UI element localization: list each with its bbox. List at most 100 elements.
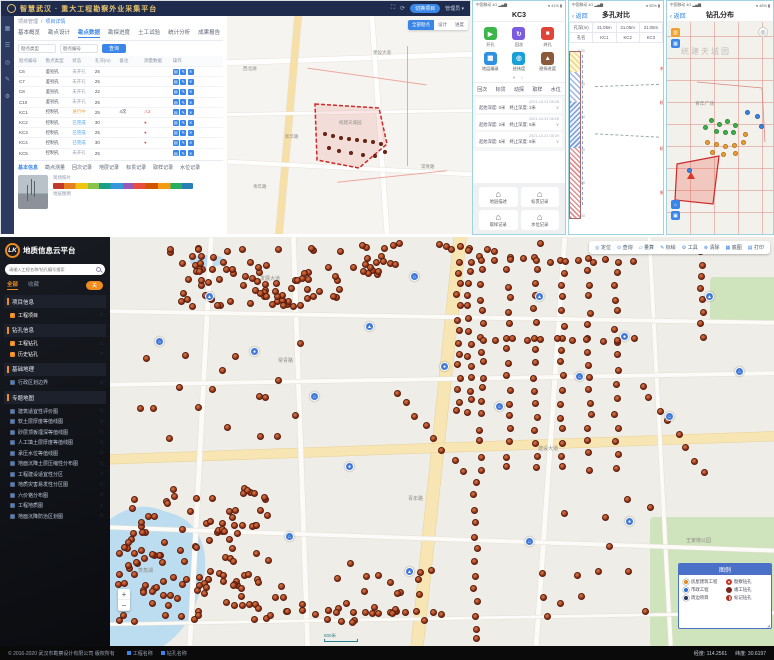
borehole-dot[interactable]: [226, 536, 233, 543]
record-tab[interactable]: 标贯: [496, 86, 506, 93]
borehole-dot[interactable]: [578, 593, 585, 600]
borehole-dot[interactable]: [584, 437, 591, 444]
borehole-dot[interactable]: [602, 256, 609, 263]
borehole-dot[interactable]: [325, 607, 332, 614]
borehole-dot[interactable]: [257, 433, 264, 440]
borehole-dot[interactable]: [657, 408, 664, 415]
borehole-dot[interactable]: [297, 302, 304, 309]
borehole-dot[interactable]: [238, 585, 245, 592]
user-menu[interactable]: 管理员 ▾: [445, 5, 464, 12]
borehole-dot[interactable]: [245, 571, 252, 578]
layer-checkbox[interactable]: [10, 493, 15, 498]
borehole-dot[interactable]: [375, 572, 382, 579]
search-input[interactable]: [9, 267, 94, 272]
chevron-down-icon[interactable]: ∨: [556, 122, 559, 128]
borehole-dot[interactable]: [453, 407, 460, 414]
borehole-dot[interactable]: [316, 288, 323, 295]
borehole-dot[interactable]: [179, 260, 186, 267]
view-button[interactable]: ▤: [173, 140, 179, 146]
borehole-dot[interactable]: [532, 400, 539, 407]
borehole-dot[interactable]: [584, 349, 591, 356]
rail-icon[interactable]: ◎: [5, 59, 10, 66]
borehole-dot[interactable]: [714, 129, 719, 134]
action-icon[interactable]: ◎: [512, 52, 525, 65]
borehole-dot[interactable]: [310, 293, 317, 300]
borehole-dot[interactable]: [229, 545, 236, 552]
borehole-dot[interactable]: [264, 512, 271, 519]
borehole-dot[interactable]: [361, 588, 368, 595]
borehole-dot[interactable]: [615, 259, 622, 266]
borehole-dot[interactable]: [506, 401, 513, 408]
layer-checkbox[interactable]: [10, 472, 15, 477]
borehole-dot[interactable]: [195, 246, 202, 253]
borehole-dot[interactable]: [480, 375, 487, 382]
borehole-dot[interactable]: [349, 151, 353, 155]
detail-tab[interactable]: 基本信息: [18, 164, 38, 171]
project-marker[interactable]: ⌂: [410, 272, 419, 281]
borehole-dot[interactable]: [189, 303, 196, 310]
view-button[interactable]: ▤: [173, 130, 179, 136]
record-tab[interactable]: 动探: [514, 86, 524, 93]
search-button[interactable]: 查询: [102, 44, 126, 53]
delete-button[interactable]: ✕: [188, 109, 194, 115]
borehole-dot[interactable]: [584, 425, 591, 432]
borehole-dot[interactable]: [505, 360, 512, 367]
borehole-dot[interactable]: [474, 545, 481, 552]
shortcut-tile[interactable]: ⌂ 水位记录: [521, 210, 560, 230]
borehole-dot[interactable]: [682, 444, 689, 451]
toolbar-item[interactable]: ▦ 底图: [726, 244, 742, 251]
layer-checkbox[interactable]: [10, 430, 15, 435]
borehole-dot[interactable]: [184, 296, 191, 303]
toolbar-item[interactable]: ▤ 打印: [748, 244, 764, 251]
borehole-dot[interactable]: [506, 320, 513, 327]
borehole-dot[interactable]: [265, 557, 272, 564]
borehole-dot[interactable]: [534, 453, 541, 460]
borehole-dot[interactable]: [503, 463, 510, 470]
action-tile[interactable]: ↻ 回次: [506, 27, 533, 48]
borehole-dot[interactable]: [394, 590, 401, 597]
borehole-dot[interactable]: [741, 140, 746, 145]
borehole-dot[interactable]: [292, 412, 299, 419]
switch-project-button[interactable]: 切换项目: [410, 4, 440, 13]
borehole-dot[interactable]: [380, 258, 387, 265]
borehole-dot[interactable]: [524, 337, 531, 344]
borehole-dot[interactable]: [559, 293, 566, 300]
favorite-star-icon[interactable]: ☆: [100, 419, 104, 425]
layer-item[interactable]: ✓ 工程钻孔 ☆: [0, 339, 110, 350]
borehole-dot[interactable]: [165, 602, 172, 609]
detail-tab[interactable]: 水位记录: [180, 164, 200, 171]
borehole-dot[interactable]: [229, 514, 236, 521]
back-button[interactable]: ‹ 返回: [670, 11, 686, 20]
borehole-dot[interactable]: [464, 353, 471, 360]
record-tab[interactable]: 回次: [477, 86, 487, 93]
borehole-dot[interactable]: [171, 493, 178, 500]
borehole-dot[interactable]: [263, 262, 270, 269]
borehole-dot[interactable]: [612, 438, 619, 445]
borehole-dot[interactable]: [176, 384, 183, 391]
borehole-dot[interactable]: [151, 513, 158, 520]
borehole-dot[interactable]: [613, 381, 620, 388]
borehole-dot[interactable]: [375, 610, 382, 617]
project-marker[interactable]: ●: [345, 462, 354, 471]
borehole-dot[interactable]: [131, 618, 138, 625]
borehole-dot[interactable]: [275, 246, 282, 253]
borehole-dot[interactable]: [476, 437, 483, 444]
borehole-dot[interactable]: [219, 367, 226, 374]
borehole-dot[interactable]: [179, 526, 186, 533]
compass-button[interactable]: ◎: [758, 27, 768, 37]
borehole-dot[interactable]: [355, 138, 359, 142]
borehole-dot[interactable]: [559, 387, 566, 394]
borehole-dot[interactable]: [615, 425, 622, 432]
borehole-dot[interactable]: [131, 550, 138, 557]
borehole-dot[interactable]: [262, 394, 269, 401]
borehole-dot[interactable]: [224, 248, 231, 255]
borehole-dot[interactable]: [588, 411, 595, 418]
borehole-dot[interactable]: [505, 309, 512, 316]
borehole-dot[interactable]: [645, 394, 652, 401]
borehole-dot[interactable]: [472, 573, 479, 580]
breadcrumb-root[interactable]: 项目管理: [18, 18, 38, 25]
layer-checkbox[interactable]: [10, 419, 15, 424]
borehole-dot[interactable]: [456, 327, 463, 334]
borehole-dot[interactable]: [255, 605, 262, 612]
borehole-dot[interactable]: [189, 253, 196, 260]
